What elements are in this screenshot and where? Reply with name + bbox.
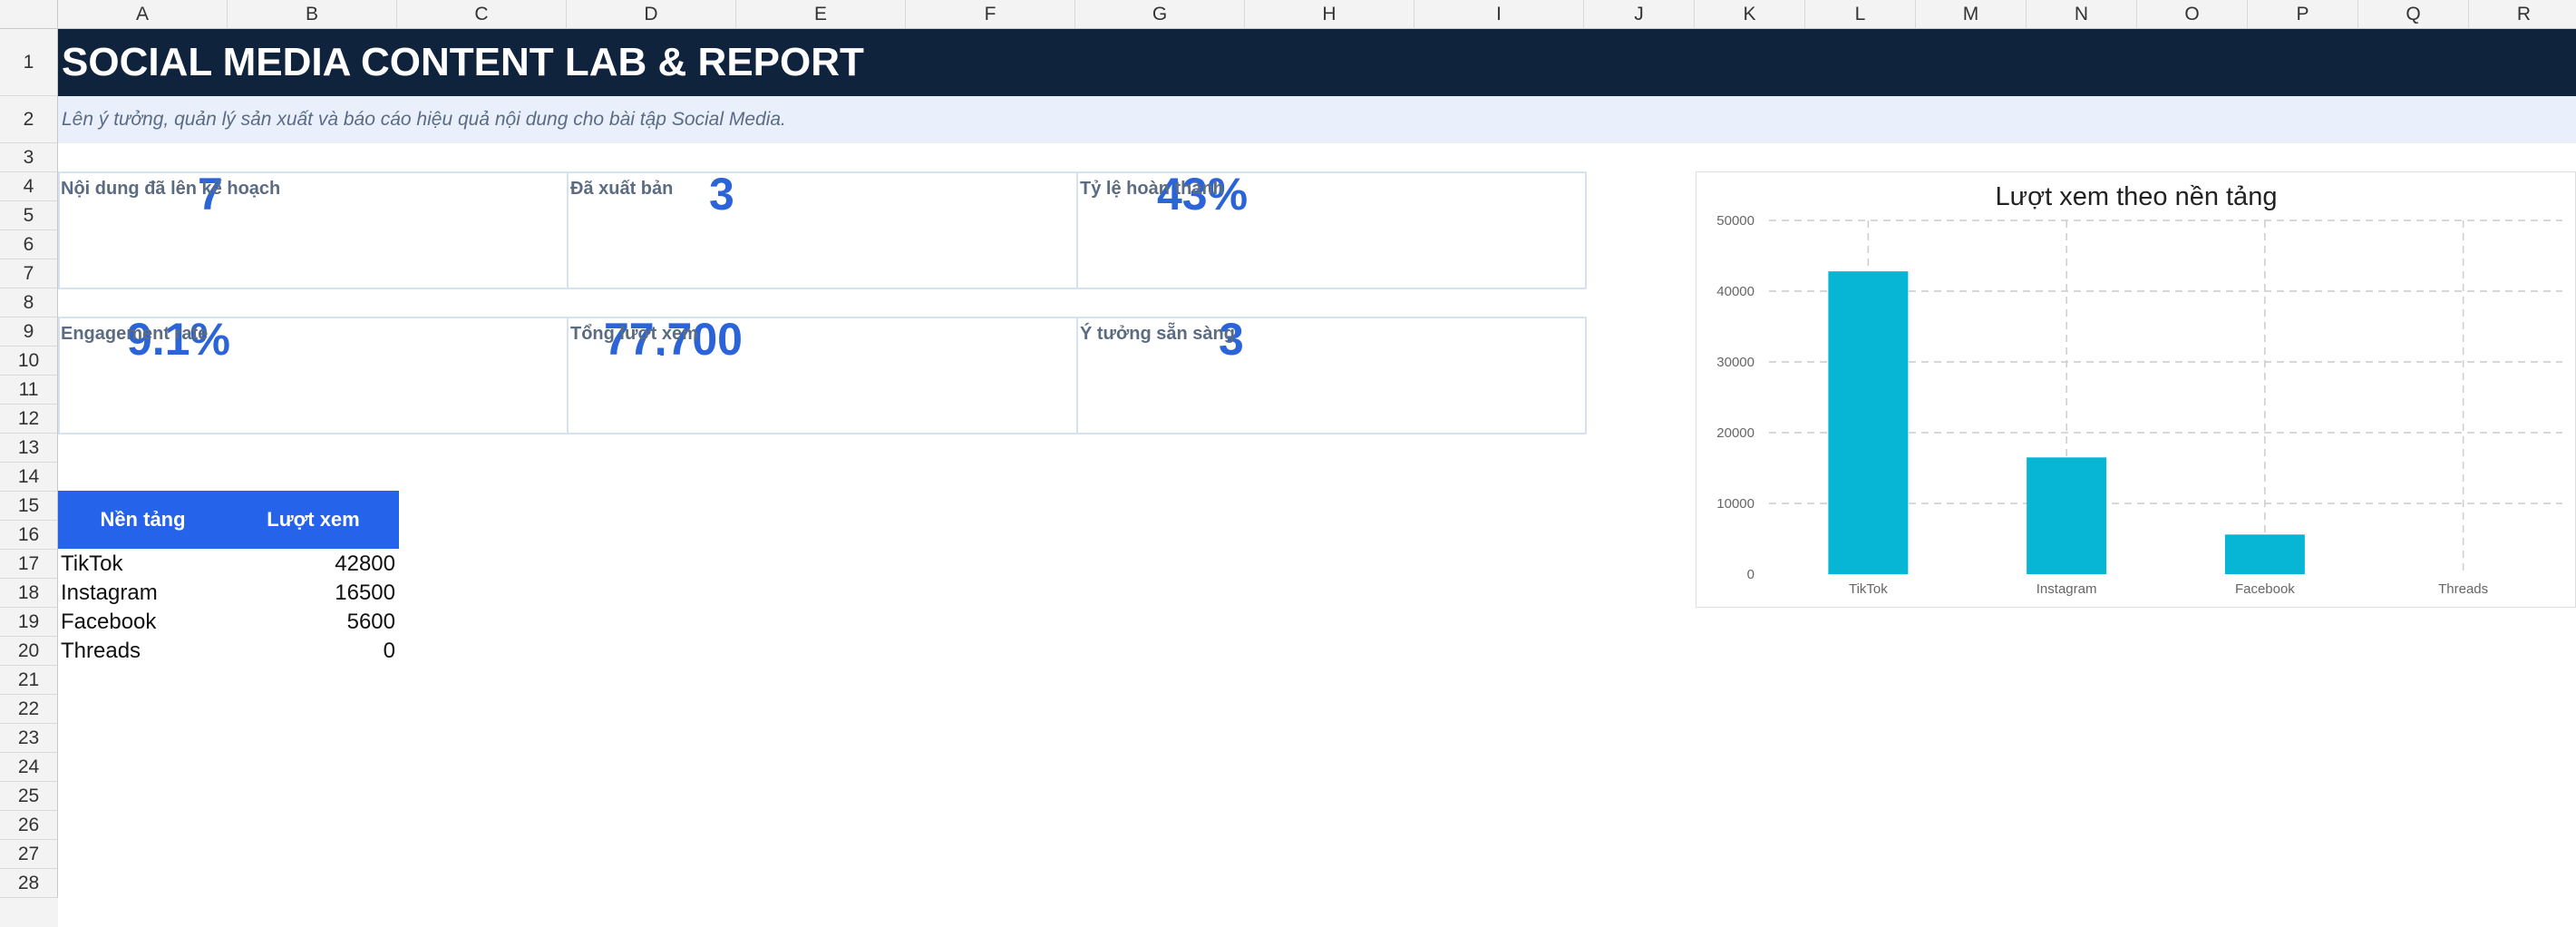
row-header-bar: 1 2 3 4 5 6 7 8 9 10 11 12 13 14 15 16 17 18 19 20 21 22 23 24 2… <box>0 29 58 927</box>
table-cell-views[interactable]: 0 <box>228 637 395 666</box>
chart-x-tick-label: TikTok <box>1849 581 1888 597</box>
page-title[interactable]: SOCIAL MEDIA CONTENT LAB & REPORT <box>62 36 864 89</box>
column-header-d[interactable]: D <box>567 0 736 29</box>
column-header-bar: ABCDEFGHIJKLMNOPQR <box>0 0 2576 29</box>
kpi-published-label: Đã xuất bản <box>570 179 674 199</box>
kpi-planned[interactable]: 7 Nội dung đã lên kế hoạch <box>58 171 568 289</box>
kpi-published-value: 3 <box>709 171 734 210</box>
chart-y-tick-label: 50000 <box>1716 213 1755 229</box>
table-cell-platform[interactable]: Instagram <box>61 579 158 608</box>
table-header-platform[interactable]: Nền tảng <box>58 491 228 549</box>
chart-y-tick-label: 30000 <box>1716 355 1755 370</box>
kpi-completion-rate[interactable]: 43% Tỷ lệ hoàn thành <box>1077 171 1587 289</box>
table-cell-platform[interactable]: Threads <box>61 637 141 666</box>
kpi-ready-ideas-label: Ý tưởng sẵn sàng <box>1080 324 1235 344</box>
column-header-p[interactable]: P <box>2248 0 2358 29</box>
row-header-8[interactable]: 8 <box>0 288 58 317</box>
column-header-l[interactable]: L <box>1805 0 1916 29</box>
row-header-13[interactable]: 13 <box>0 434 58 463</box>
column-header-k[interactable]: K <box>1695 0 1805 29</box>
row-header-23[interactable]: 23 <box>0 724 58 753</box>
chart-x-tick-label: Threads <box>2438 581 2488 597</box>
row-header-14[interactable]: 14 <box>0 463 58 492</box>
column-header-q[interactable]: Q <box>2358 0 2469 29</box>
column-header-m[interactable]: M <box>1916 0 2027 29</box>
table-cell-platform[interactable]: TikTok <box>61 550 122 579</box>
row-header-19[interactable]: 19 <box>0 608 58 637</box>
column-header-j[interactable]: J <box>1584 0 1695 29</box>
table-cell-platform[interactable]: Facebook <box>61 608 156 637</box>
row-header-3[interactable]: 3 <box>0 143 58 172</box>
kpi-completion-rate-label: Tỷ lệ hoàn thành <box>1080 179 1224 199</box>
page-subtitle[interactable]: Lên ý tưởng, quản lý sản xuất và báo cáo… <box>62 96 786 143</box>
row-header-16[interactable]: 16 <box>0 521 58 550</box>
kpi-total-views-label: Tổng lượt xem <box>570 324 698 344</box>
views-chart[interactable]: Lượt xem theo nền tảng 0 10000 20000 30000 40… <box>1696 171 2576 608</box>
row-header-17[interactable]: 17 <box>0 550 58 579</box>
chart-y-tick-label: 40000 <box>1716 284 1755 299</box>
column-header-f[interactable]: F <box>906 0 1075 29</box>
row-header-21[interactable]: 21 <box>0 666 58 695</box>
kpi-engagement-rate-label: Engagement rate <box>61 324 209 344</box>
row-header-4[interactable]: 4 <box>0 172 58 201</box>
views-chart-svg: Lượt xem theo nền tảng 0 10000 20000 30000 40… <box>1716 182 2562 597</box>
chart-x-tick-label: Instagram <box>2036 581 2097 597</box>
kpi-published[interactable]: 3 Đã xuất bản <box>568 171 1077 289</box>
kpi-total-views[interactable]: 77,700 Tổng lượt xem <box>568 317 1077 434</box>
row-header-18[interactable]: 18 <box>0 579 58 608</box>
row-header-2[interactable]: 2 <box>0 96 58 143</box>
row-header-20[interactable]: 20 <box>0 637 58 666</box>
row-header-24[interactable]: 24 <box>0 753 58 782</box>
chart-title: Lượt xem theo nền tảng <box>1996 182 2278 211</box>
row-header-5[interactable]: 5 <box>0 201 58 230</box>
chart-bar <box>1828 271 1909 574</box>
row-header-27[interactable]: 27 <box>0 840 58 869</box>
chart-bar <box>2224 534 2305 574</box>
column-header-a[interactable]: A <box>58 0 228 29</box>
row-header-22[interactable]: 22 <box>0 695 58 724</box>
chart-y-tick-label: 20000 <box>1716 425 1755 441</box>
table-cell-views[interactable]: 5600 <box>228 608 395 637</box>
row-header-10[interactable]: 10 <box>0 346 58 376</box>
kpi-planned-label: Nội dung đã lên kế hoạch <box>61 179 281 199</box>
row-header-26[interactable]: 26 <box>0 811 58 840</box>
row-header-6[interactable]: 6 <box>0 230 58 259</box>
column-header-o[interactable]: O <box>2137 0 2248 29</box>
table-header-views[interactable]: Lượt xem <box>228 491 399 549</box>
kpi-engagement-rate[interactable]: 9.1% Engagement rate <box>58 317 568 434</box>
column-header-c[interactable]: C <box>397 0 567 29</box>
column-header-r[interactable]: R <box>2469 0 2576 29</box>
kpi-ready-ideas[interactable]: 3 Ý tưởng sẵn sàng <box>1077 317 1587 434</box>
row-header-1[interactable]: 1 <box>0 29 58 96</box>
row-header-15[interactable]: 15 <box>0 492 58 521</box>
chart-bar <box>2027 457 2107 574</box>
row-header-12[interactable]: 12 <box>0 405 58 434</box>
row-header-28[interactable]: 28 <box>0 869 58 898</box>
row-header-9[interactable]: 9 <box>0 317 58 346</box>
table-cell-views[interactable]: 42800 <box>228 550 395 579</box>
column-header-h[interactable]: H <box>1245 0 1414 29</box>
column-header-g[interactable]: G <box>1075 0 1245 29</box>
column-header-n[interactable]: N <box>2027 0 2137 29</box>
column-header-e[interactable]: E <box>736 0 906 29</box>
row-header-11[interactable]: 11 <box>0 376 58 405</box>
column-header-i[interactable]: I <box>1414 0 1584 29</box>
row-header-7[interactable]: 7 <box>0 259 58 288</box>
table-cell-views[interactable]: 16500 <box>228 579 395 608</box>
row-header-25[interactable]: 25 <box>0 782 58 811</box>
column-header-b[interactable]: B <box>228 0 397 29</box>
chart-y-tick-label: 10000 <box>1716 496 1755 512</box>
chart-x-tick-label: Facebook <box>2235 581 2295 597</box>
chart-y-tick-label: 0 <box>1747 567 1755 582</box>
select-all-corner[interactable] <box>0 0 58 29</box>
